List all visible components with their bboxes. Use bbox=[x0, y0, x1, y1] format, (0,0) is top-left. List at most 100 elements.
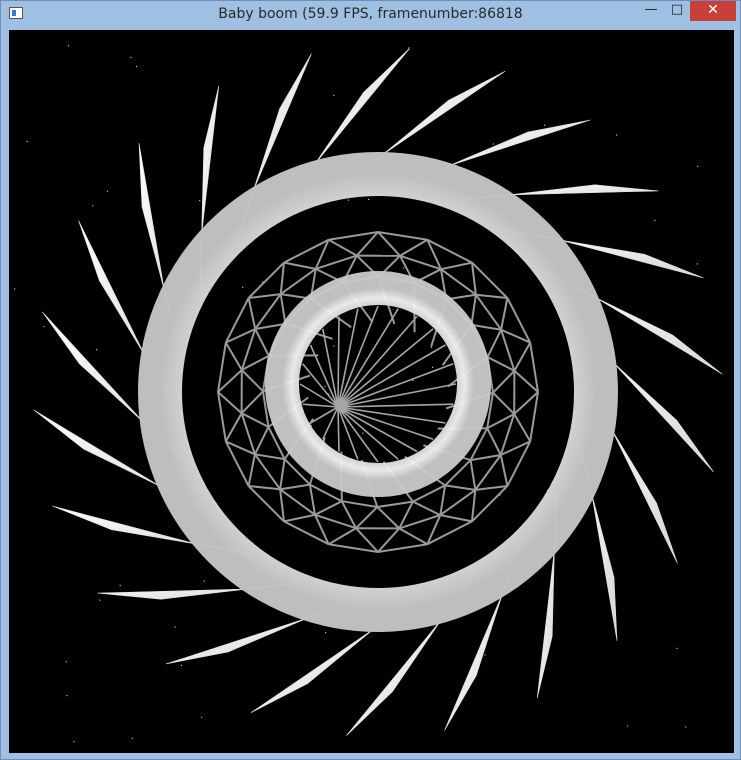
maximize-button[interactable]: □ bbox=[664, 1, 690, 21]
wire-edge bbox=[254, 453, 281, 490]
wire-edge bbox=[492, 370, 516, 394]
hub-spoke bbox=[337, 406, 379, 463]
wire-edge bbox=[248, 485, 281, 491]
hub-spoke bbox=[309, 344, 339, 408]
star bbox=[368, 198, 370, 200]
wire-edge bbox=[470, 294, 477, 326]
star bbox=[106, 190, 109, 192]
star bbox=[26, 140, 28, 143]
wire-edge bbox=[279, 293, 287, 325]
wire-edge bbox=[439, 485, 447, 516]
3d-scene bbox=[14, 45, 723, 743]
wire-edge bbox=[412, 500, 441, 516]
star bbox=[201, 716, 203, 718]
wire-edge bbox=[513, 413, 532, 442]
star bbox=[685, 726, 687, 728]
star bbox=[430, 346, 432, 348]
wire-edge bbox=[500, 297, 509, 330]
wire-edge bbox=[280, 268, 317, 295]
wire-edge bbox=[440, 268, 477, 296]
hub-spoke bbox=[337, 406, 340, 452]
wire-edge bbox=[471, 485, 509, 523]
wire-edge bbox=[398, 527, 428, 546]
star bbox=[324, 386, 326, 388]
star bbox=[73, 741, 75, 743]
hub-spoke bbox=[337, 316, 340, 408]
star bbox=[242, 286, 244, 288]
star bbox=[130, 56, 132, 59]
star bbox=[616, 134, 618, 136]
wire-edge bbox=[254, 426, 270, 455]
wire-edge bbox=[254, 328, 270, 357]
star bbox=[627, 725, 629, 727]
wire-edge bbox=[506, 297, 532, 344]
star bbox=[174, 626, 176, 628]
star bbox=[654, 219, 656, 222]
render-viewport[interactable] bbox=[9, 30, 734, 753]
wire-edge bbox=[247, 261, 285, 299]
wire-edge bbox=[486, 427, 502, 456]
wire-edge bbox=[279, 458, 286, 490]
hub-spoke bbox=[337, 328, 434, 408]
star bbox=[92, 205, 94, 207]
star bbox=[696, 263, 698, 265]
star bbox=[432, 366, 434, 368]
star bbox=[412, 379, 414, 381]
wire-edge bbox=[475, 485, 508, 491]
wire-edge bbox=[279, 489, 285, 522]
wire-edge bbox=[254, 453, 285, 461]
wire-edge bbox=[499, 454, 509, 487]
wire-edge bbox=[376, 506, 400, 530]
wire-edge bbox=[279, 483, 311, 491]
app-window: Baby boom (59.9 FPS, framenumber:86818 —… bbox=[0, 0, 741, 760]
wire-edge bbox=[279, 488, 316, 516]
wire-edge bbox=[355, 506, 379, 529]
window-title: Baby boom (59.9 FPS, framenumber:86818 bbox=[218, 6, 523, 22]
wire-edge bbox=[247, 454, 256, 487]
star bbox=[66, 695, 68, 697]
wire-edge bbox=[283, 238, 330, 264]
star bbox=[402, 267, 405, 269]
wire-edge bbox=[475, 293, 508, 299]
star bbox=[199, 199, 201, 202]
wire-edge bbox=[240, 390, 264, 414]
wire-edge bbox=[341, 500, 378, 508]
star bbox=[99, 599, 101, 601]
star bbox=[14, 288, 16, 290]
title-bar[interactable]: Baby boom (59.9 FPS, framenumber:86818 —… bbox=[1, 1, 740, 27]
wire-edge bbox=[224, 342, 243, 371]
hub-spoke bbox=[322, 328, 339, 408]
star bbox=[96, 349, 98, 351]
wire-edge bbox=[308, 484, 316, 515]
wire-edge bbox=[471, 262, 477, 295]
star bbox=[67, 45, 70, 47]
star bbox=[697, 165, 699, 167]
wireframe-hub bbox=[299, 305, 457, 463]
star bbox=[65, 661, 67, 663]
wire-edge bbox=[474, 454, 502, 491]
wire-edge bbox=[377, 543, 428, 553]
close-button[interactable]: ✕ bbox=[690, 1, 736, 21]
wire-edge bbox=[328, 527, 357, 546]
wire-edge bbox=[492, 391, 515, 415]
wire-edge bbox=[247, 297, 257, 330]
wire-edge bbox=[224, 412, 243, 442]
wire-edge bbox=[440, 261, 473, 271]
star bbox=[180, 664, 182, 666]
wire-edge bbox=[328, 231, 379, 241]
wire-edge bbox=[440, 514, 473, 523]
wire-edge bbox=[426, 520, 473, 546]
wire-edge bbox=[217, 391, 227, 442]
wire-edge bbox=[439, 489, 476, 516]
wire-edge bbox=[475, 294, 502, 331]
wire-edge bbox=[283, 520, 330, 546]
wire-edge bbox=[399, 238, 428, 257]
wire-edge bbox=[471, 489, 477, 522]
hub-spoke bbox=[337, 403, 454, 408]
minimize-button[interactable]: — bbox=[638, 1, 664, 21]
wire-edge bbox=[254, 293, 282, 330]
wire-edge bbox=[513, 342, 532, 372]
hub-spoke bbox=[337, 363, 454, 408]
star bbox=[135, 66, 138, 68]
wire-edge bbox=[224, 440, 250, 487]
